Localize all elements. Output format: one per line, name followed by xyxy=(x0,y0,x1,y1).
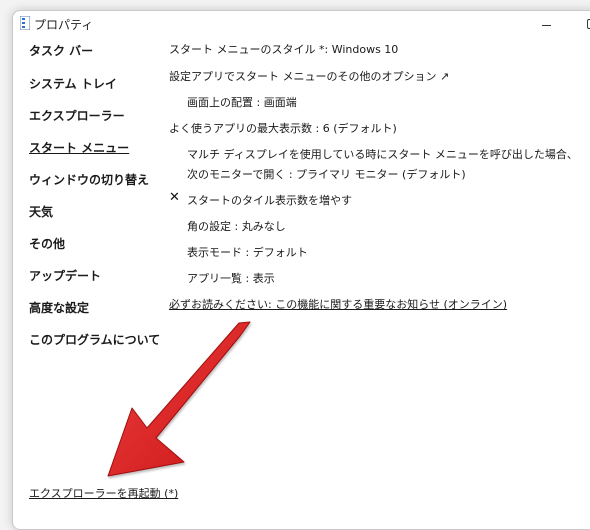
nav-item-taskbar[interactable]: タスク バー xyxy=(29,42,93,59)
nav-item-explorer[interactable]: エクスプローラー xyxy=(29,107,125,124)
maximize-button[interactable] xyxy=(579,14,590,34)
nav-item-update[interactable]: アップデート xyxy=(29,267,101,284)
option-corner[interactable]: 角の設定 : 丸みなし xyxy=(187,218,286,234)
option-display-mode[interactable]: 表示モード : デフォルト xyxy=(187,244,308,260)
option-max-frequent-apps[interactable]: よく使うアプリの最大表示数 : 6 (デフォルト) xyxy=(169,120,397,136)
nav-item-other[interactable]: その他 xyxy=(29,235,65,252)
window-title: プロパティ xyxy=(34,18,94,32)
tile-count-x-mark[interactable]: ✕ xyxy=(169,190,180,205)
nav-item-advanced[interactable]: 高度な設定 xyxy=(29,299,89,316)
nav-item-window-switcher[interactable]: ウィンドウの切り替え xyxy=(29,171,149,188)
properties-window: プロパティ タスク バー システム トレイ エクスプローラー スタート メニュー… xyxy=(12,10,590,530)
restart-explorer-link[interactable]: エクスプローラーを再起動 (*) xyxy=(29,485,178,501)
nav-item-system-tray[interactable]: システム トレイ xyxy=(29,75,117,92)
option-settings-app-link[interactable]: 設定アプリでスタート メニューのその他のオプション ↗ xyxy=(169,68,449,84)
option-multi-display[interactable]: マルチ ディスプレイを使用している時にスタート メニューを呼び出した場合、 xyxy=(187,146,578,162)
nav-item-about[interactable]: このプログラムについて xyxy=(29,331,160,348)
nav-item-weather[interactable]: 天気 xyxy=(29,203,53,220)
nav-item-start-menu[interactable]: スタート メニュー xyxy=(29,139,129,156)
app-icon xyxy=(20,16,30,30)
minimize-button[interactable] xyxy=(533,14,559,34)
option-start-menu-style[interactable]: スタート メニューのスタイル *: Windows 10 xyxy=(169,41,398,57)
option-app-list[interactable]: アプリ一覧 : 表示 xyxy=(187,270,275,286)
option-multi-display-value[interactable]: 次のモニターで開く : プライマリ モニター (デフォルト) xyxy=(187,166,466,182)
title-bar: プロパティ xyxy=(13,11,590,37)
option-more-tiles[interactable]: スタートのタイル表示数を増やす xyxy=(187,192,352,208)
option-position[interactable]: 画面上の配置 : 画面端 xyxy=(187,94,297,110)
important-notice-link[interactable]: 必ずお読みください: この機能に関する重要なお知らせ (オンライン) xyxy=(169,296,507,312)
